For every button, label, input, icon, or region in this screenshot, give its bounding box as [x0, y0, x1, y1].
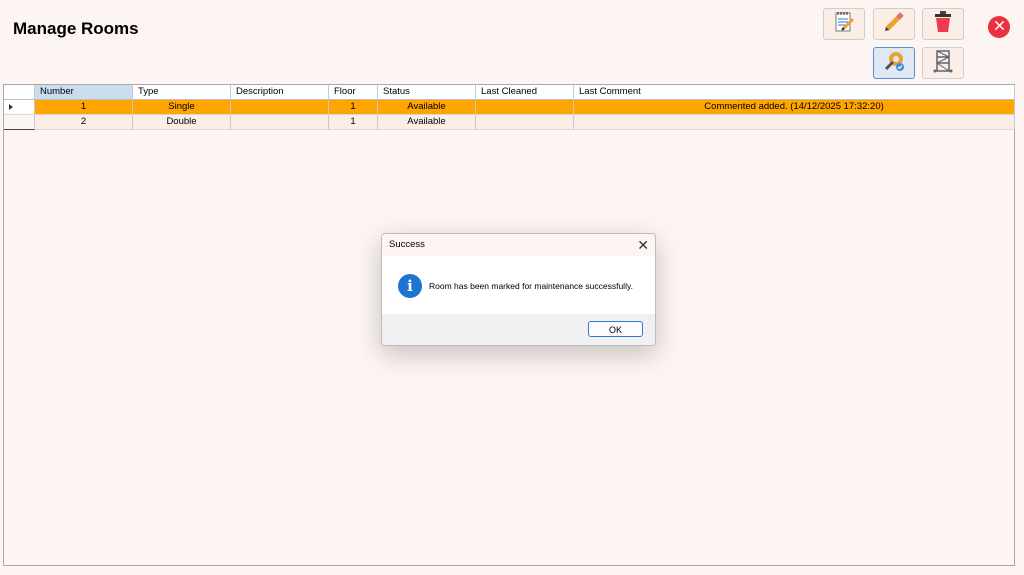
- dialog-body: i Room has been marked for maintenance s…: [382, 256, 655, 314]
- success-dialog: Success ✕ i Room has been marked for mai…: [381, 233, 656, 346]
- cell-type[interactable]: Single: [133, 100, 231, 115]
- dialog-message: Room has been marked for maintenance suc…: [429, 281, 633, 291]
- maintenance-button[interactable]: [873, 47, 915, 79]
- ok-button[interactable]: OK: [588, 321, 643, 337]
- cell-status[interactable]: Available: [378, 115, 476, 130]
- column-header-type[interactable]: Type: [133, 85, 231, 100]
- scaffold-icon: [930, 48, 956, 79]
- column-header-description[interactable]: Description: [231, 85, 329, 100]
- cell-number[interactable]: 1: [35, 100, 133, 115]
- delete-button[interactable]: [922, 8, 964, 40]
- current-row-arrow-icon: [9, 104, 13, 110]
- table-row[interactable]: 1 Single 1 Available Commented added. (1…: [4, 100, 1015, 115]
- close-icon: [994, 18, 1005, 36]
- column-header-floor[interactable]: Floor: [329, 85, 378, 100]
- cell-floor[interactable]: 1: [329, 115, 378, 130]
- grid-header: Number Type Description Floor Status Las…: [4, 85, 1015, 100]
- notes-button[interactable]: [823, 8, 865, 40]
- table-row[interactable]: 2 Double 1 Available: [4, 115, 1015, 130]
- column-header-last-comment[interactable]: Last Comment: [574, 85, 1015, 100]
- column-header-last-cleaned[interactable]: Last Cleaned: [476, 85, 574, 100]
- cell-last-cleaned[interactable]: [476, 115, 574, 130]
- cell-description[interactable]: [231, 115, 329, 130]
- cell-number[interactable]: 2: [35, 115, 133, 130]
- info-icon: i: [398, 274, 422, 298]
- dialog-title: Success: [389, 239, 425, 250]
- column-header-number[interactable]: Number: [35, 85, 133, 100]
- cell-status[interactable]: Available: [378, 100, 476, 115]
- trash-icon: [930, 9, 956, 40]
- close-button[interactable]: [988, 16, 1010, 38]
- edit-button[interactable]: [873, 8, 915, 40]
- cell-last-comment[interactable]: Commented added. (14/12/2025 17:32:20): [574, 100, 1015, 115]
- cell-floor[interactable]: 1: [329, 100, 378, 115]
- cell-description[interactable]: [231, 100, 329, 115]
- column-header-status[interactable]: Status: [378, 85, 476, 100]
- row-selector[interactable]: [4, 115, 35, 130]
- page-title: Manage Rooms: [13, 19, 139, 38]
- cell-last-comment[interactable]: [574, 115, 1015, 130]
- cell-last-cleaned[interactable]: [476, 100, 574, 115]
- dialog-title-bar: Success ✕: [382, 234, 655, 256]
- dialog-close-icon[interactable]: ✕: [637, 234, 649, 256]
- notes-icon: [831, 9, 857, 40]
- pencil-icon: [881, 9, 907, 40]
- cell-type[interactable]: Double: [133, 115, 231, 130]
- dialog-footer: OK: [382, 314, 655, 345]
- row-header-corner[interactable]: [4, 85, 35, 100]
- maintenance-icon: [881, 48, 907, 79]
- scaffold-button[interactable]: [922, 47, 964, 79]
- manage-rooms-window: Manage Rooms Number Type Description Flo…: [0, 0, 1024, 575]
- row-selector[interactable]: [4, 100, 35, 115]
